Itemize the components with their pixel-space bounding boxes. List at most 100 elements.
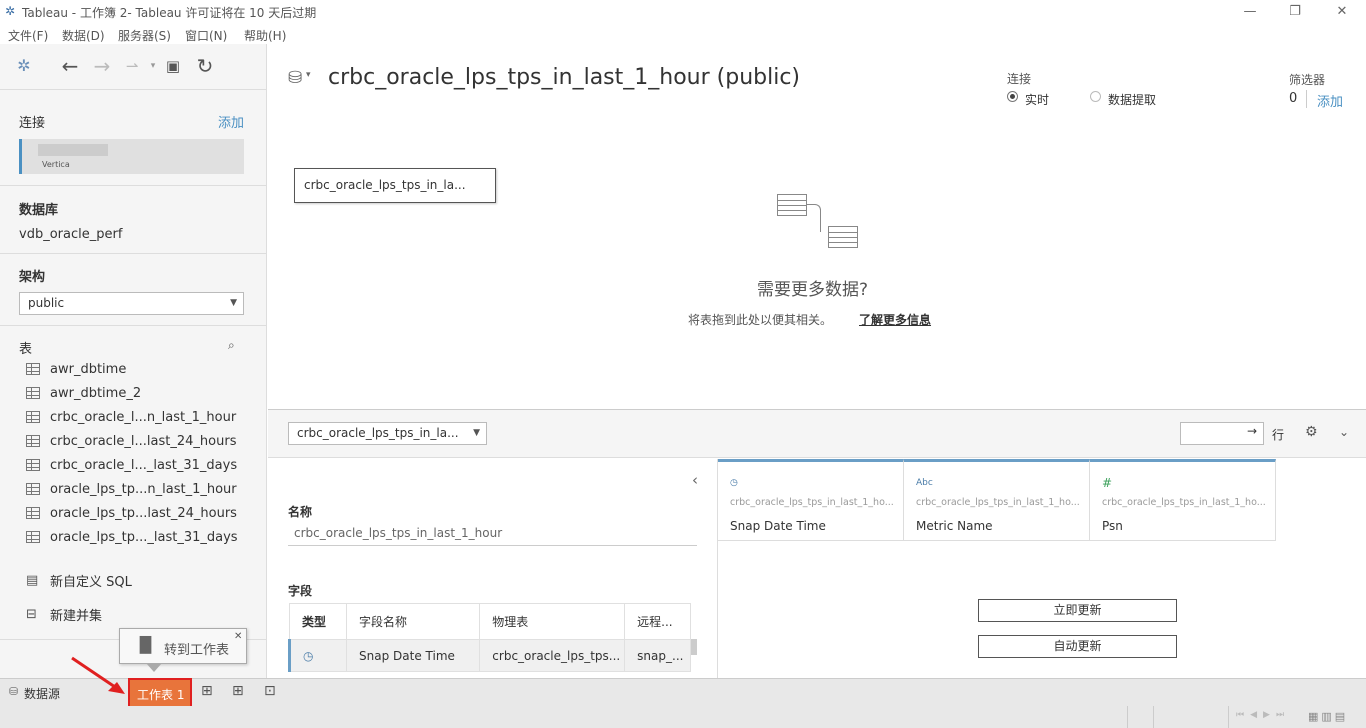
connection-item[interactable]: Vertica xyxy=(19,139,244,174)
goto-sheet-tooltip[interactable]: ▐▌ 转到工作表 ✕ xyxy=(119,628,247,664)
physical-table-column-header[interactable]: 物理表 xyxy=(479,603,626,640)
save-icon[interactable]: ▣ xyxy=(161,54,185,78)
update-now-button[interactable]: 立即更新 xyxy=(978,599,1177,622)
string-type-icon[interactable]: Abc xyxy=(916,478,933,488)
name-field[interactable]: crbc_oracle_lps_tps_in_last_1_hour xyxy=(288,523,697,546)
menu-data[interactable]: 数据(D) xyxy=(62,27,105,44)
table-item-label: oracle_lps_tp...last_24_hours xyxy=(50,505,237,521)
add-filter-link[interactable]: 添加 xyxy=(1317,91,1343,110)
datasource-title[interactable]: crbc_oracle_lps_tps_in_last_1_hour (publ… xyxy=(328,65,800,90)
chevron-down-icon: ▼ xyxy=(473,428,480,438)
datasource-icon[interactable]: ⛁ xyxy=(288,68,302,88)
filters-label: 筛选器 xyxy=(1289,73,1326,87)
sheet-tab-label: 工作表 1 xyxy=(137,688,185,702)
menu-file[interactable]: 文件(F) xyxy=(8,27,48,44)
close-window-icon[interactable]: ✕ xyxy=(1332,2,1352,22)
view-mode-icons[interactable]: ▦▥▤ xyxy=(1308,710,1348,723)
new-story-icon[interactable]: ⊡ xyxy=(264,683,276,699)
learn-more-link[interactable]: 了解更多信息 xyxy=(859,311,931,328)
red-arrow-annotation xyxy=(71,656,125,694)
menu-help[interactable]: 帮助(H) xyxy=(244,27,286,44)
extract-label[interactable]: 数据提取 xyxy=(1108,91,1156,108)
table-item[interactable]: crbc_oracle_l...n_last_1_hour xyxy=(26,406,236,428)
join-canvas: ⛁ ▾ crbc_oracle_lps_tps_in_last_1_hour (… xyxy=(268,44,1366,410)
tooltip-text: 转到工作表 xyxy=(164,643,230,658)
number-type-icon[interactable]: # xyxy=(1102,476,1112,490)
new-union-label: 新建并集 xyxy=(50,608,103,624)
database-value[interactable]: vdb_oracle_perf xyxy=(19,227,122,242)
menu-server[interactable]: 服务器(S) xyxy=(118,27,171,44)
name-label: 名称 xyxy=(288,505,313,519)
menu-window[interactable]: 窗口(N) xyxy=(185,27,227,44)
canvas-table-box[interactable]: crbc_oracle_lps_tps_in_la... xyxy=(294,168,496,203)
table-item[interactable]: crbc_oracle_l...last_24_hours xyxy=(26,430,236,452)
close-icon[interactable]: ✕ xyxy=(234,631,242,642)
table-icon xyxy=(26,507,40,519)
datetime-type-icon[interactable]: ◷ xyxy=(287,639,348,672)
status-bar: ⏮◀▶⏭ ▦▥▤ xyxy=(0,706,1366,728)
grid-toolbar: crbc_oracle_lps_tps_in_la... ▼ → 行 ⚙ ⌄ xyxy=(268,410,1366,458)
table-icon xyxy=(26,363,40,375)
new-custom-sql-label: 新自定义 SQL xyxy=(50,574,132,590)
remote-cell: snap_... xyxy=(624,639,691,672)
gear-icon[interactable]: ⚙ xyxy=(1305,424,1318,440)
datasource-tab[interactable]: 数据源 xyxy=(24,685,60,702)
table-icon xyxy=(26,483,40,495)
live-radio[interactable] xyxy=(1007,91,1018,102)
bar-chart-icon: ▐▌ xyxy=(134,636,158,654)
extract-radio[interactable] xyxy=(1090,91,1101,102)
live-label[interactable]: 实时 xyxy=(1025,91,1049,108)
sheet-navigation-icons[interactable]: ⏮◀▶⏭ xyxy=(1236,710,1290,720)
remote-column-header[interactable]: 远程... xyxy=(624,603,691,640)
tableau-home-icon[interactable]: ✲ xyxy=(12,54,36,78)
new-union[interactable]: ⊟ 新建并集 xyxy=(26,603,102,625)
new-worksheet-icon[interactable]: ⊞ xyxy=(201,683,213,699)
minimize-icon[interactable]: — xyxy=(1240,2,1260,22)
table-select[interactable]: crbc_oracle_lps_tps_in_la... ▼ xyxy=(288,422,487,445)
rows-label: 行 xyxy=(1272,428,1285,442)
table-icon xyxy=(26,459,40,471)
new-dashboard-icon[interactable]: ⊞ xyxy=(232,683,244,699)
tooltip-pointer xyxy=(146,663,162,672)
window-title: Tableau - 工作簿 2- Tableau 许可证将在 10 天后过期 xyxy=(22,6,317,20)
connection-mode-label: 连接 xyxy=(1007,72,1032,86)
scrollbar-thumb[interactable] xyxy=(691,639,697,655)
database-label: 数据库 xyxy=(19,203,59,218)
table-item[interactable]: awr_dbtime xyxy=(26,358,126,380)
tableau-logo-icon: ✲ xyxy=(5,4,16,18)
column-header[interactable]: ◷ crbc_oracle_lps_tps_in_last_1_ho... Sn… xyxy=(718,459,904,541)
type-column-header[interactable]: 类型 xyxy=(288,603,348,640)
table-icon xyxy=(26,531,40,543)
table-item[interactable]: oracle_lps_tp..._last_31_days xyxy=(26,526,238,548)
table-row[interactable]: ◷ Snap Date Time crbc_oracle_lps_tps... … xyxy=(287,639,691,672)
refresh-icon[interactable]: ↻ xyxy=(193,54,217,78)
table-item-label: crbc_oracle_l..._last_31_days xyxy=(50,457,238,473)
field-name-column-header[interactable]: 字段名称 xyxy=(346,603,481,640)
undo-icon[interactable]: ← xyxy=(58,54,82,78)
collapse-chevron-icon[interactable]: ⌄ xyxy=(1339,425,1349,439)
data-grid: ◷ crbc_oracle_lps_tps_in_last_1_ho... Sn… xyxy=(717,459,1366,678)
column-header[interactable]: # crbc_oracle_lps_tps_in_last_1_ho... Ps… xyxy=(1090,459,1276,541)
search-icon[interactable]: ⌕ xyxy=(228,338,235,353)
table-item[interactable]: awr_dbtime_2 xyxy=(26,382,141,404)
new-custom-sql[interactable]: ▤ 新自定义 SQL xyxy=(26,569,132,591)
sheet-tab-highlight[interactable]: 工作表 1 xyxy=(128,678,192,708)
redo-icon[interactable]: → xyxy=(90,54,114,78)
collapse-panel-icon[interactable]: ‹ xyxy=(692,471,698,489)
auto-update-button[interactable]: 自动更新 xyxy=(978,635,1177,658)
rows-input[interactable]: → xyxy=(1180,422,1264,445)
chevron-down-icon: ▼ xyxy=(230,298,237,308)
table-item[interactable]: oracle_lps_tp...n_last_1_hour xyxy=(26,478,237,500)
table-item[interactable]: crbc_oracle_l..._last_31_days xyxy=(26,454,237,476)
go-arrow-icon[interactable]: → xyxy=(1247,424,1257,438)
schema-label: 架构 xyxy=(19,270,46,285)
add-connection-link[interactable]: 添加 xyxy=(218,112,244,131)
column-header[interactable]: Abc crbc_oracle_lps_tps_in_last_1_ho... … xyxy=(904,459,1090,541)
table-item[interactable]: oracle_lps_tp...last_24_hours xyxy=(26,502,237,524)
datasource-menu-icon[interactable]: ▾ xyxy=(306,70,311,80)
datetime-type-icon[interactable]: ◷ xyxy=(730,478,738,488)
field-name-cell: Snap Date Time xyxy=(346,639,481,672)
drag-hint-text: 将表拖到此处以便其相关。 xyxy=(688,313,833,327)
schema-select[interactable]: public ▼ xyxy=(19,292,244,315)
restore-icon[interactable]: ❐ xyxy=(1285,2,1305,22)
